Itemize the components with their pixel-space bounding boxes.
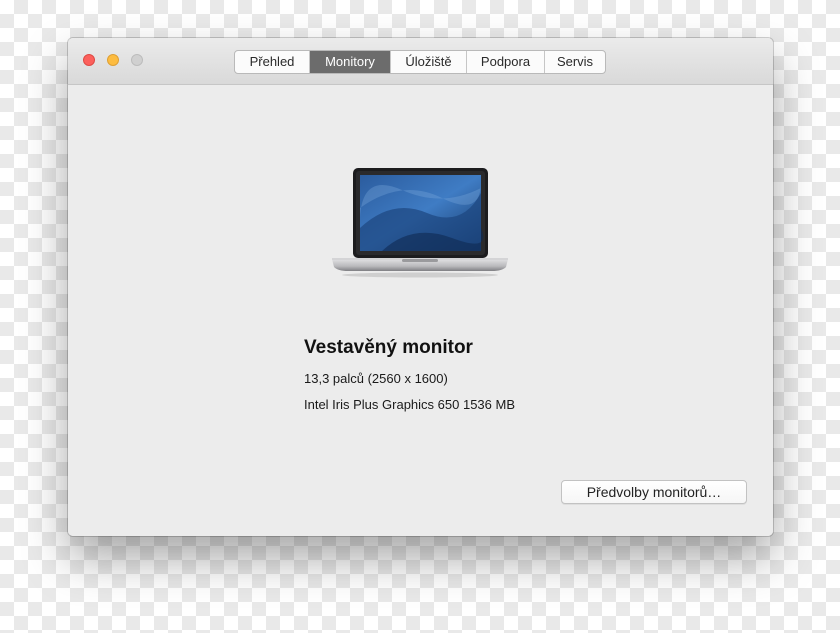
display-name: Vestavěný monitor (304, 337, 473, 358)
tab-bar: Přehled Monitory Úložiště Podpora Servis (234, 50, 606, 74)
minimize-button-icon[interactable] (107, 54, 119, 66)
close-button-icon[interactable] (83, 54, 95, 66)
tab-service[interactable]: Servis (544, 51, 605, 73)
zoom-button-icon[interactable] (131, 54, 143, 66)
title-bar: Přehled Monitory Úložiště Podpora Servis (68, 38, 773, 85)
tab-support[interactable]: Podpora (466, 51, 544, 73)
display-panel: Vestavěný monitor 13,3 palců (2560 x 160… (68, 85, 773, 536)
system-report-window: Přehled Monitory Úložiště Podpora Servis (68, 38, 773, 536)
display-preferences-button[interactable]: Předvolby monitorů… (561, 480, 747, 504)
tab-overview[interactable]: Přehled (235, 51, 309, 73)
display-size: 13,3 palců (2560 x 1600) (304, 371, 448, 386)
tab-displays[interactable]: Monitory (309, 51, 390, 73)
graphics-info: Intel Iris Plus Graphics 650 1536 MB (304, 397, 515, 412)
tab-storage[interactable]: Úložiště (390, 51, 466, 73)
macbook-pro-icon (332, 168, 508, 278)
